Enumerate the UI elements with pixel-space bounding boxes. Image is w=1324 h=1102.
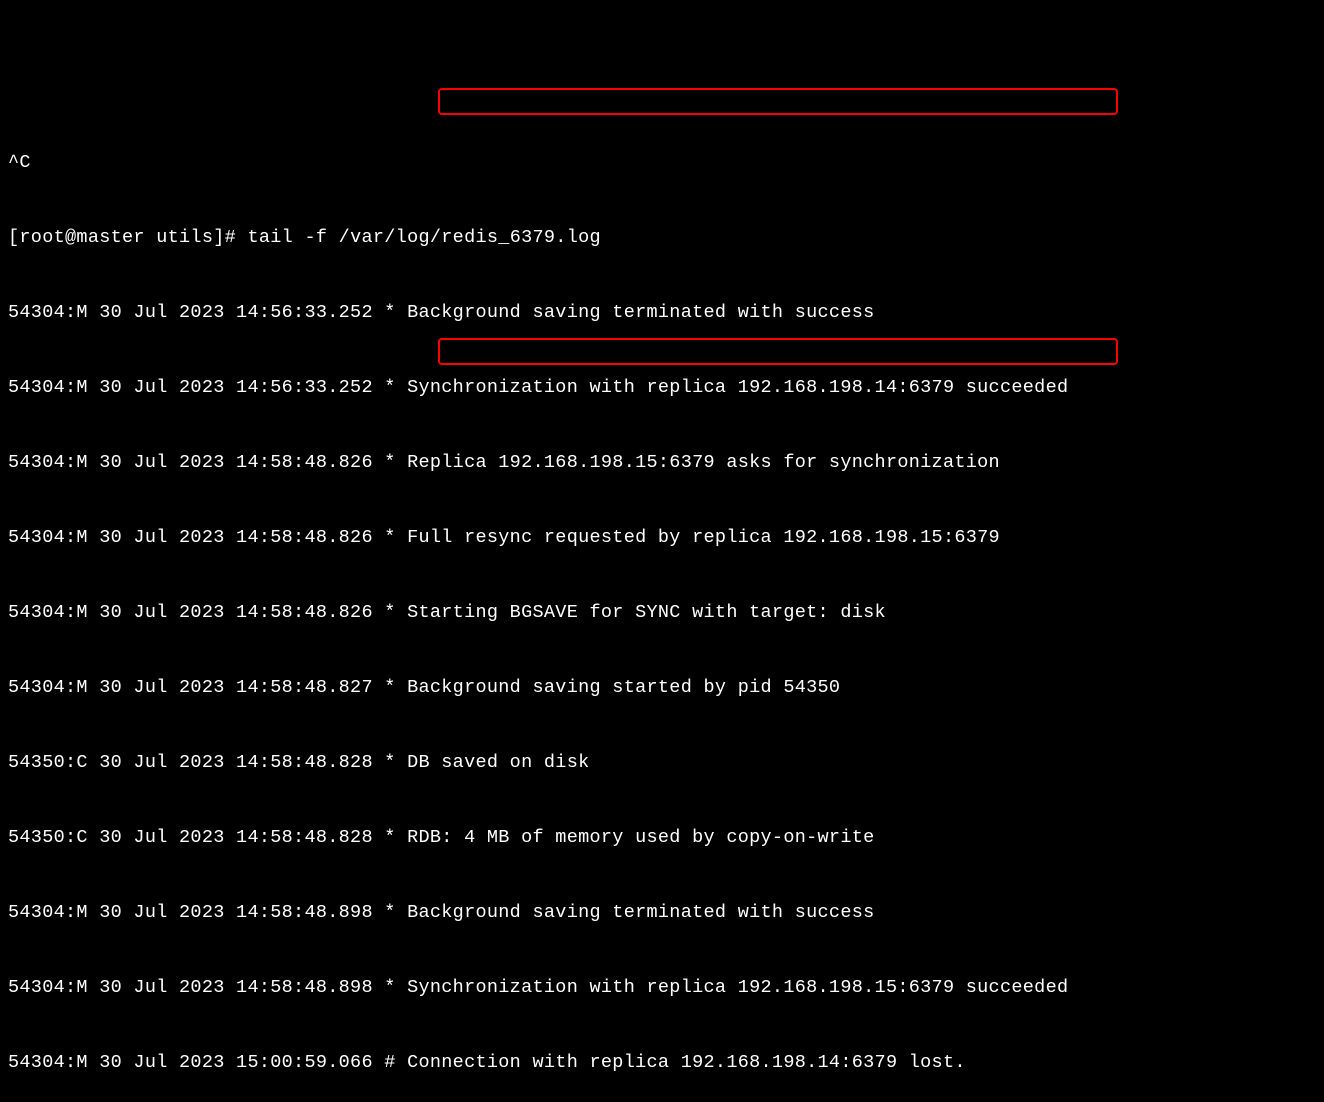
- log-line: 54350:C 30 Jul 2023 14:58:48.828 * DB sa…: [8, 750, 1316, 775]
- log-line: 54304:M 30 Jul 2023 15:00:59.066 # Conne…: [8, 1050, 1316, 1075]
- shell-command: tail -f /var/log/redis_6379.log: [247, 227, 600, 248]
- log-line: 54304:M 30 Jul 2023 14:58:48.826 * Full …: [8, 525, 1316, 550]
- log-line: 54304:M 30 Jul 2023 14:58:48.898 * Synch…: [8, 975, 1316, 1000]
- command-line: [root@master utils]# tail -f /var/log/re…: [8, 225, 1316, 250]
- terminal-output[interactable]: ^C [root@master utils]# tail -f /var/log…: [0, 100, 1324, 1102]
- log-line: 54304:M 30 Jul 2023 14:58:48.826 * Start…: [8, 600, 1316, 625]
- log-line: 54304:M 30 Jul 2023 14:56:33.252 * Synch…: [8, 375, 1316, 400]
- log-line: 54304:M 30 Jul 2023 14:58:48.826 * Repli…: [8, 450, 1316, 475]
- log-line: 54304:M 30 Jul 2023 14:58:48.898 * Backg…: [8, 900, 1316, 925]
- log-line: 54350:C 30 Jul 2023 14:58:48.828 * RDB: …: [8, 825, 1316, 850]
- ctrl-char: ^C: [8, 150, 1316, 175]
- shell-prompt: [root@master utils]#: [8, 227, 247, 248]
- log-line: 54304:M 30 Jul 2023 14:56:33.252 * Backg…: [8, 300, 1316, 325]
- log-line: 54304:M 30 Jul 2023 14:58:48.827 * Backg…: [8, 675, 1316, 700]
